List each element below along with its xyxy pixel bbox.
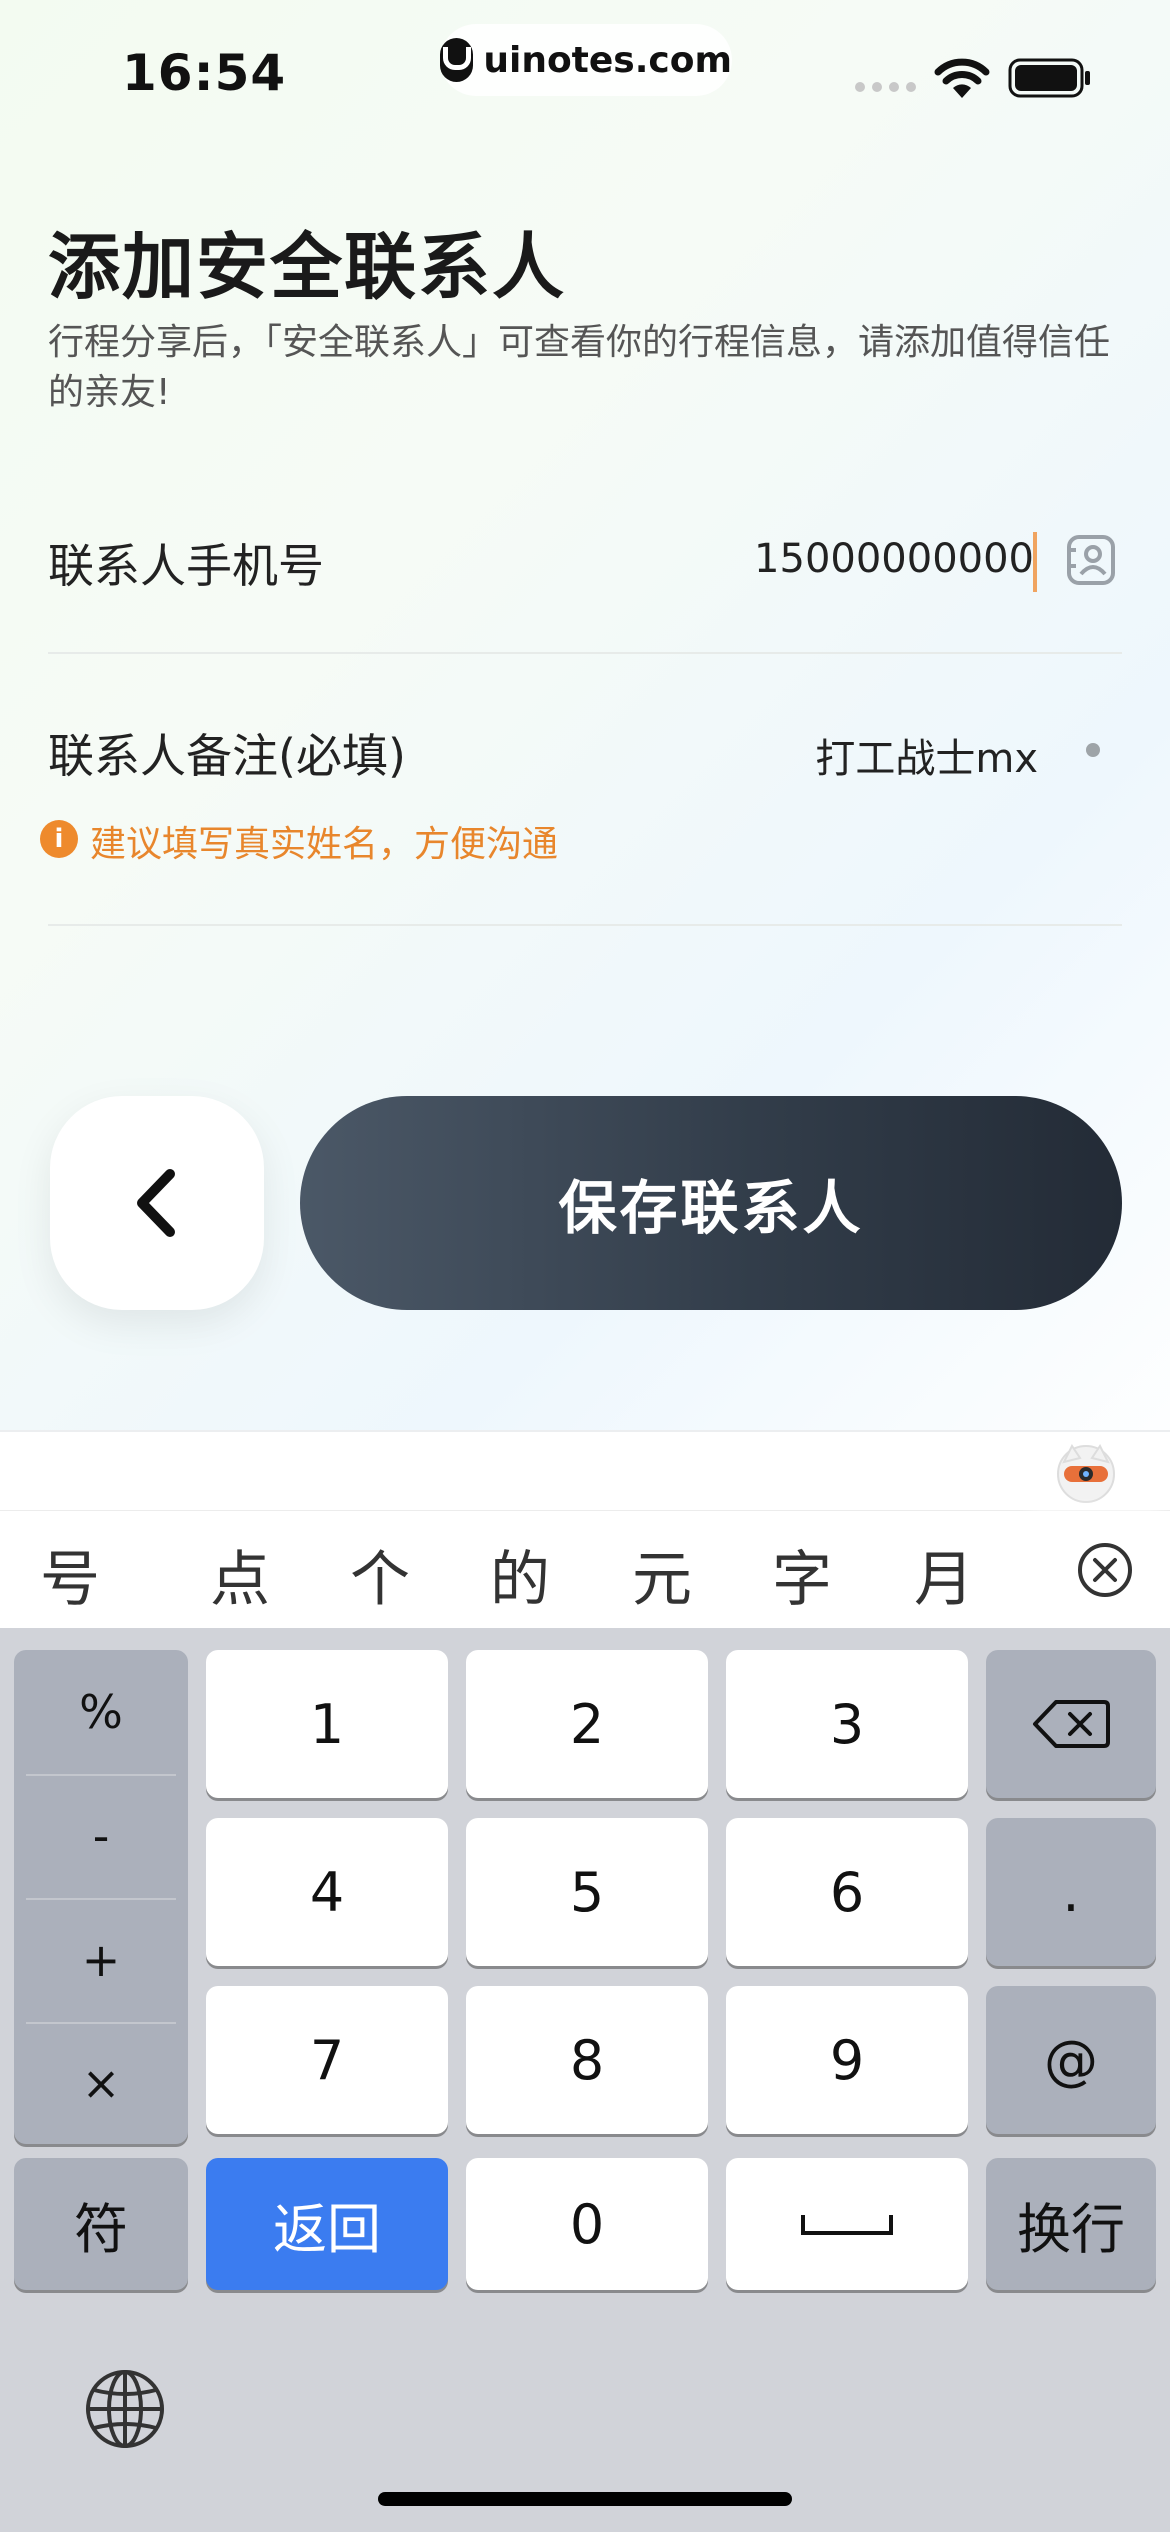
key-multiply[interactable]: × bbox=[14, 2021, 188, 2144]
page-title: 添加安全联系人 bbox=[48, 225, 567, 309]
chevron-left-icon bbox=[137, 1169, 175, 1237]
page-subtitle: 行程分享后，「安全联系人」可查看你的行程信息，请添加值得信任的亲友! bbox=[48, 322, 1111, 413]
status-bar: 16:54 uinotes.com bbox=[0, 0, 1170, 150]
symbol-column: % - + × bbox=[14, 1650, 188, 2144]
key-6[interactable]: 6 bbox=[726, 1818, 968, 1966]
backspace-key[interactable] bbox=[986, 1650, 1156, 1798]
site-pill: uinotes.com bbox=[440, 24, 732, 96]
site-logo-icon bbox=[440, 38, 474, 82]
space-key[interactable] bbox=[726, 2158, 968, 2290]
key-2[interactable]: 2 bbox=[466, 1650, 708, 1798]
wifi-icon bbox=[934, 58, 990, 98]
cellular-signal-icon bbox=[855, 82, 916, 92]
close-candidates-button[interactable] bbox=[1040, 1511, 1170, 1629]
clear-dot-icon bbox=[1086, 743, 1100, 757]
symbols-key[interactable]: 符 bbox=[14, 2158, 188, 2290]
key-9[interactable]: 9 bbox=[726, 1986, 968, 2134]
key-7[interactable]: 7 bbox=[206, 1986, 448, 2134]
candidate-word[interactable]: 元 bbox=[632, 1531, 692, 1618]
key-0[interactable]: 0 bbox=[466, 2158, 708, 2290]
globe-icon[interactable] bbox=[84, 2368, 166, 2450]
phone-input[interactable]: 15000000000 bbox=[700, 536, 1034, 582]
key-5[interactable]: 5 bbox=[466, 1818, 708, 1966]
home-indicator bbox=[378, 2492, 792, 2506]
candidate-word[interactable]: 个 bbox=[350, 1531, 410, 1618]
status-time: 16:54 bbox=[122, 44, 287, 102]
key-8[interactable]: 8 bbox=[466, 1986, 708, 2134]
key-minus[interactable]: - bbox=[14, 1774, 188, 1897]
close-circle-icon bbox=[1078, 1543, 1132, 1597]
key-at[interactable]: @ bbox=[986, 1986, 1156, 2134]
remark-input[interactable]: 打工战士mx bbox=[700, 726, 1038, 784]
save-contact-button[interactable]: 保存联系人 bbox=[300, 1096, 1122, 1310]
candidate-word[interactable]: 的 bbox=[490, 1531, 550, 1618]
candidate-word[interactable]: 月 bbox=[914, 1531, 974, 1618]
battery-icon bbox=[1008, 58, 1090, 98]
back-button[interactable] bbox=[50, 1096, 264, 1310]
contact-book-icon[interactable] bbox=[1066, 534, 1116, 586]
keyboard-mascot-icon[interactable] bbox=[1054, 1440, 1118, 1504]
divider bbox=[48, 652, 1122, 654]
key-percent[interactable]: % bbox=[14, 1650, 188, 1773]
remark-tip: 建议填写真实姓名，方便沟通 bbox=[90, 824, 559, 865]
candidate-word[interactable]: 字 bbox=[772, 1531, 832, 1618]
divider bbox=[48, 924, 1122, 926]
backspace-icon bbox=[1033, 1700, 1110, 1748]
text-caret bbox=[1033, 532, 1037, 592]
key-dot[interactable]: . bbox=[986, 1818, 1156, 1966]
newline-key[interactable]: 换行 bbox=[986, 2158, 1156, 2290]
key-3[interactable]: 3 bbox=[726, 1650, 968, 1798]
key-4[interactable]: 4 bbox=[206, 1818, 448, 1966]
phone-label: 联系人手机号 bbox=[48, 539, 324, 593]
keyboard-toolbar bbox=[0, 1430, 1170, 1512]
space-bar-icon bbox=[801, 2215, 893, 2235]
candidate-word[interactable]: 点 bbox=[210, 1531, 270, 1618]
return-key[interactable]: 返回 bbox=[206, 2158, 448, 2290]
key-1[interactable]: 1 bbox=[206, 1650, 448, 1798]
site-label: uinotes.com bbox=[483, 39, 732, 81]
remark-label: 联系人备注(必填) bbox=[48, 729, 406, 783]
info-icon: i bbox=[40, 820, 78, 858]
key-plus[interactable]: + bbox=[14, 1898, 188, 2021]
numeric-keyboard: % - + × 1 2 3 4 5 6 . 7 8 9 @ 符 返回 0 换行 bbox=[0, 1628, 1170, 2532]
candidate-word[interactable]: 号 bbox=[40, 1531, 100, 1618]
candidate-bar: 号 点 个 的 元 字 月 bbox=[0, 1510, 1170, 1629]
